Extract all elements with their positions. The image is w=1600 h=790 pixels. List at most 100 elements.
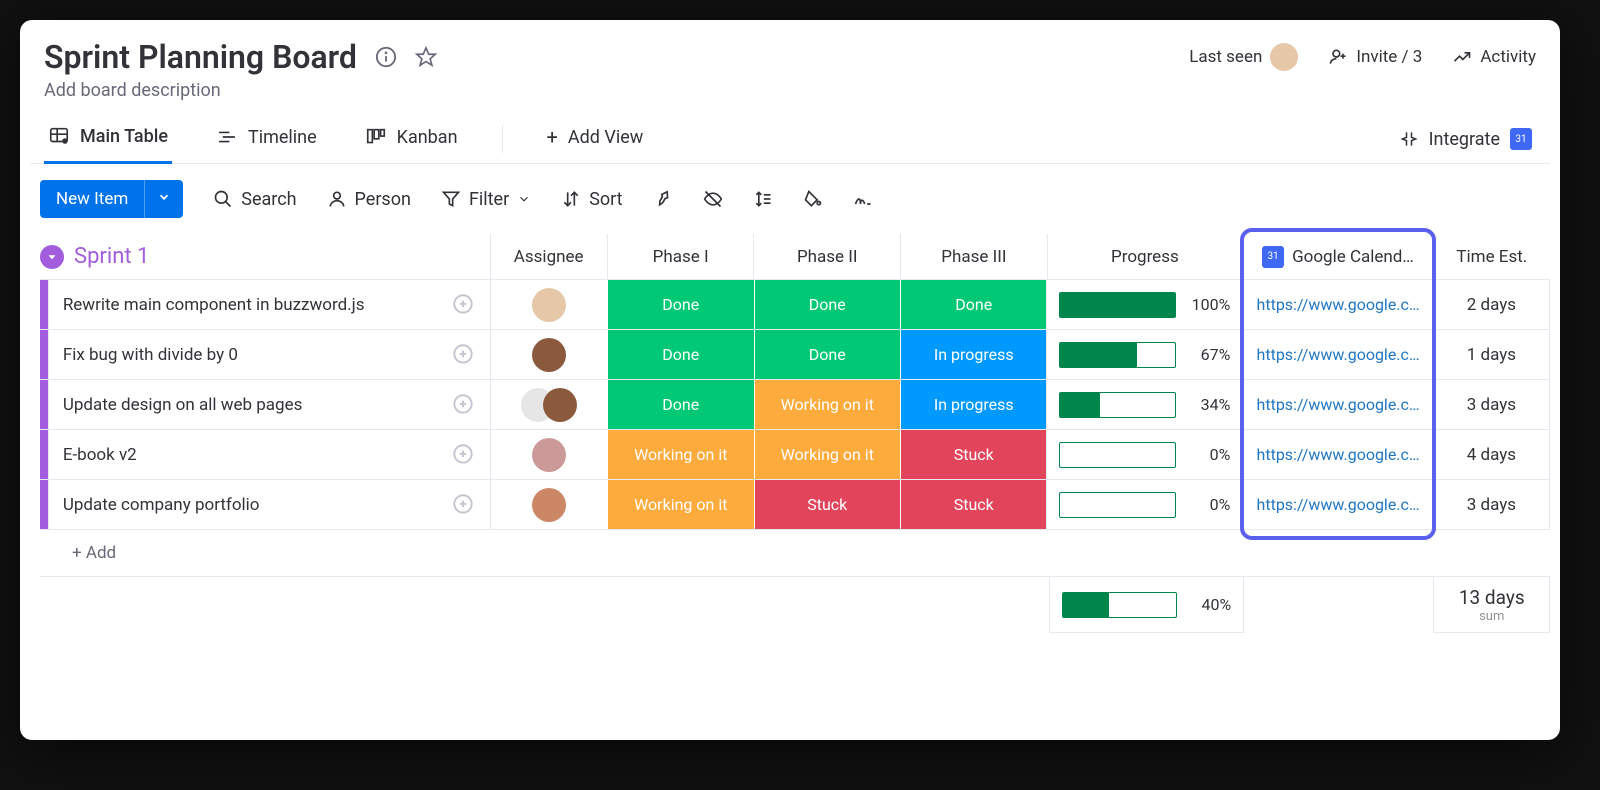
item-name-cell[interactable]: E-book v2	[48, 430, 490, 479]
table-row[interactable]: Fix bug with divide by 0 Done Done In pr…	[40, 329, 1550, 379]
hide-button[interactable]	[703, 189, 723, 209]
gcal-link[interactable]: https://www.google.c…	[1257, 345, 1420, 364]
phase3-cell[interactable]: In progress	[900, 380, 1046, 429]
gcal-link[interactable]: https://www.google.c…	[1257, 295, 1420, 314]
add-item-row[interactable]: + Add	[40, 529, 1550, 577]
tab-label: Timeline	[248, 127, 317, 148]
phase2-cell[interactable]: Working on it	[754, 380, 900, 429]
progress-cell[interactable]: 67%	[1046, 330, 1242, 379]
group-sprint-1: Sprint 1 Assignee Phase I Phase II Phase…	[30, 234, 1550, 633]
column-phase2[interactable]: Phase II	[753, 234, 900, 279]
board-subtitle[interactable]: Add board description	[30, 78, 1550, 115]
progress-cell[interactable]: 0%	[1046, 430, 1242, 479]
phase2-cell[interactable]: Stuck	[754, 480, 900, 529]
filter-button[interactable]: Filter	[441, 189, 531, 210]
assignee-cell[interactable]	[490, 330, 607, 379]
gcal-link[interactable]: https://www.google.c…	[1257, 445, 1420, 464]
table-row[interactable]: Update company portfolio Working on it S…	[40, 479, 1550, 529]
assignee-cell[interactable]	[490, 280, 607, 329]
add-view-button[interactable]: + Add View	[543, 115, 648, 163]
column-google-calendar[interactable]: 31 Google Calend…	[1242, 234, 1433, 279]
phase3-cell[interactable]: Stuck	[900, 430, 1046, 479]
column-phase1[interactable]: Phase I	[607, 234, 754, 279]
collapse-group-button[interactable]	[40, 245, 64, 269]
item-name: Fix bug with divide by 0	[63, 345, 238, 365]
chevron-down-icon	[517, 192, 531, 206]
conversation-icon[interactable]	[450, 442, 476, 468]
phase1-cell[interactable]: Working on it	[607, 430, 753, 479]
row-accent	[40, 480, 48, 529]
column-assignee[interactable]: Assignee	[490, 234, 607, 279]
phase1-cell[interactable]: Done	[607, 330, 753, 379]
item-name-cell[interactable]: Rewrite main component in buzzword.js	[48, 280, 490, 329]
column-progress[interactable]: Progress	[1047, 234, 1242, 279]
gcal-link[interactable]: https://www.google.c…	[1257, 495, 1420, 514]
table-row[interactable]: E-book v2 Working on it Working on it St…	[40, 429, 1550, 479]
phase2-cell[interactable]: Done	[754, 280, 900, 329]
tab-timeline[interactable]: Timeline	[212, 116, 321, 162]
gcal-cell[interactable]: https://www.google.c…	[1242, 280, 1432, 329]
time-est-cell[interactable]: 2 days	[1433, 280, 1550, 329]
phase1-cell[interactable]: Done	[607, 380, 753, 429]
time-est-cell[interactable]: 1 days	[1433, 330, 1550, 379]
gcal-cell[interactable]: https://www.google.c…	[1242, 430, 1432, 479]
conversation-icon[interactable]	[450, 492, 476, 518]
conversation-icon[interactable]	[450, 392, 476, 418]
phase3-cell[interactable]: Stuck	[900, 480, 1046, 529]
assignee-cell[interactable]	[490, 480, 607, 529]
sort-button[interactable]: Sort	[561, 189, 622, 210]
avatar-icon	[1270, 43, 1298, 71]
sign-button[interactable]	[853, 189, 873, 209]
gcal-cell[interactable]: https://www.google.c…	[1242, 480, 1432, 529]
chevron-down-icon[interactable]	[144, 180, 183, 218]
assignee-cell[interactable]	[490, 430, 607, 479]
conversation-icon[interactable]	[450, 292, 476, 318]
gcal-cell[interactable]: https://www.google.c…	[1242, 380, 1432, 429]
assignee-cell[interactable]	[490, 380, 607, 429]
conversation-icon[interactable]	[450, 342, 476, 368]
progress-cell[interactable]: 100%	[1046, 280, 1242, 329]
phase3-cell[interactable]: In progress	[900, 330, 1046, 379]
star-icon[interactable]	[415, 46, 437, 68]
column-time-est[interactable]: Time Est.	[1433, 234, 1550, 279]
phase1-cell[interactable]: Working on it	[607, 480, 753, 529]
group-name[interactable]: Sprint 1	[74, 244, 149, 269]
height-button[interactable]	[753, 189, 773, 209]
new-item-label: New Item	[40, 180, 144, 218]
phase1-cell[interactable]: Done	[607, 280, 753, 329]
invite-button[interactable]: Invite / 3	[1328, 47, 1422, 67]
time-est-cell[interactable]: 3 days	[1433, 380, 1550, 429]
tab-main-table[interactable]: Main Table	[44, 115, 172, 164]
phase2-cell[interactable]: Working on it	[754, 430, 900, 479]
time-est-cell[interactable]: 4 days	[1433, 430, 1550, 479]
table-row[interactable]: Rewrite main component in buzzword.js Do…	[40, 279, 1550, 329]
color-button[interactable]	[803, 189, 823, 209]
item-name: Update design on all web pages	[63, 395, 303, 415]
progress-cell[interactable]: 34%	[1046, 380, 1242, 429]
progress-cell[interactable]: 0%	[1046, 480, 1242, 529]
row-accent	[40, 380, 48, 429]
info-icon[interactable]	[375, 46, 397, 68]
last-seen[interactable]: Last seen	[1189, 43, 1298, 71]
item-name-cell[interactable]: Update company portfolio	[48, 480, 490, 529]
tab-kanban[interactable]: Kanban	[361, 116, 462, 162]
column-phase3[interactable]: Phase III	[900, 234, 1047, 279]
item-name-cell[interactable]: Fix bug with divide by 0	[48, 330, 490, 379]
new-item-button[interactable]: New Item	[40, 180, 183, 218]
activity-button[interactable]: Activity	[1452, 47, 1536, 67]
phase2-cell[interactable]: Done	[754, 330, 900, 379]
gcal-link[interactable]: https://www.google.c…	[1257, 395, 1420, 414]
phase3-cell[interactable]: Done	[900, 280, 1046, 329]
row-accent	[40, 330, 48, 379]
pin-button[interactable]	[653, 189, 673, 209]
item-name-cell[interactable]: Update design on all web pages	[48, 380, 490, 429]
gcal-cell[interactable]: https://www.google.c…	[1242, 330, 1432, 379]
time-est-cell[interactable]: 3 days	[1433, 480, 1550, 529]
board-title[interactable]: Sprint Planning Board	[44, 38, 357, 76]
progress-bar	[1059, 342, 1176, 368]
search-button[interactable]: Search	[213, 189, 296, 210]
integrate-button[interactable]: Integrate 31	[1399, 128, 1550, 150]
table-row[interactable]: Update design on all web pages Done Work…	[40, 379, 1550, 429]
person-filter-button[interactable]: Person	[327, 189, 411, 210]
search-icon	[213, 189, 233, 209]
